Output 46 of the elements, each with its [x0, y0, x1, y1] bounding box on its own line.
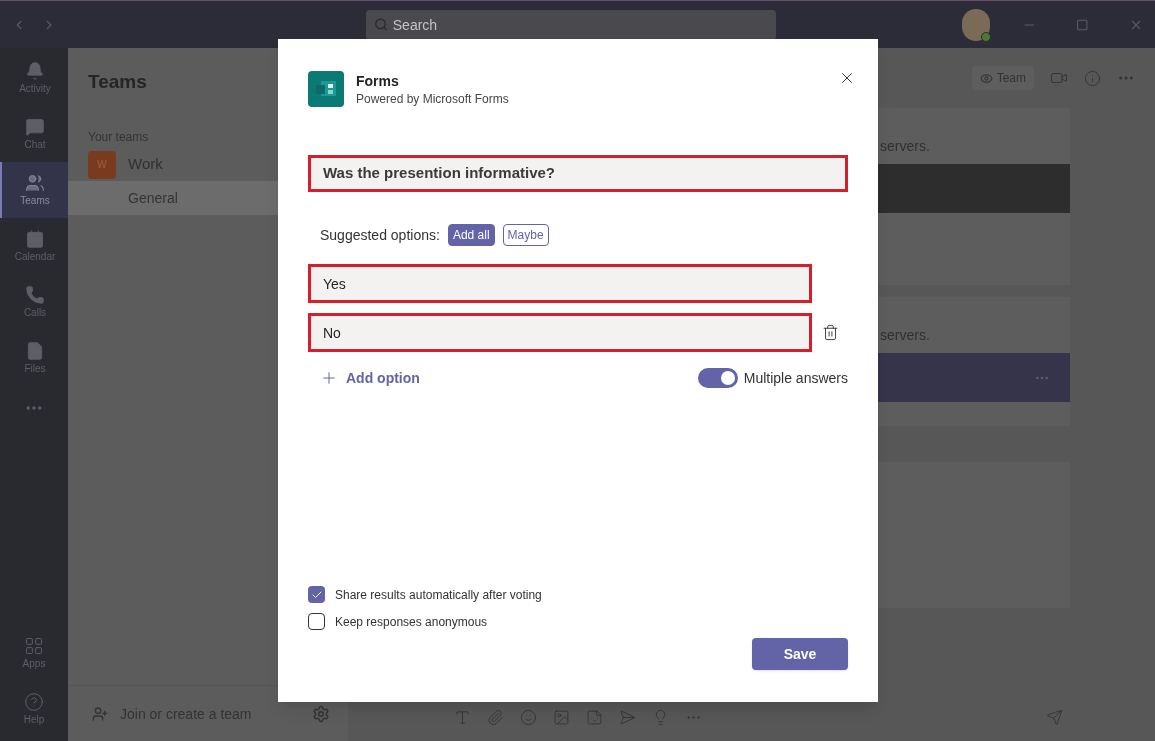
status-icon — [981, 31, 992, 42]
add-people-icon — [92, 705, 108, 722]
attach-icon[interactable] — [487, 708, 504, 726]
format-icon[interactable] — [454, 708, 471, 726]
suggested-label: Suggested options: — [320, 226, 440, 245]
option-field[interactable]: No — [308, 313, 812, 352]
eye-icon — [979, 71, 993, 85]
search-icon — [374, 17, 389, 32]
toggle-label: Multiple answers — [743, 369, 848, 388]
add-option-button[interactable]: Add option — [320, 368, 420, 388]
delete-icon[interactable] — [822, 324, 839, 341]
checkbox[interactable] — [308, 586, 325, 603]
avatar-icon[interactable] — [961, 8, 991, 41]
option-input: Yes — [323, 273, 797, 294]
help-icon — [24, 691, 44, 712]
question-field[interactable]: Was the presention informative? — [308, 155, 848, 192]
plus-icon — [320, 369, 338, 387]
search-input: Search — [392, 14, 768, 35]
search-field[interactable]: Search — [366, 9, 776, 40]
phone-icon — [25, 284, 45, 305]
checkbox-label: Keep responses anonymous — [335, 613, 488, 630]
forms-logo-icon — [308, 71, 344, 107]
checkbox-label: Share results automatically after voting — [335, 586, 542, 603]
option-field[interactable]: Yes — [308, 264, 812, 303]
suggestion-chip[interactable]: Maybe — [502, 224, 549, 246]
bell-icon — [25, 60, 45, 81]
apps-icon — [24, 635, 44, 656]
app-bar-item[interactable]: Teams — [0, 162, 68, 218]
info-icon[interactable] — [1084, 69, 1101, 87]
multiple-answers-toggle[interactable] — [697, 368, 738, 388]
checkbox[interactable] — [308, 613, 325, 630]
file-icon — [25, 340, 45, 361]
suggestion-chip[interactable]: Add all — [447, 224, 495, 246]
maximize-icon[interactable] — [1076, 17, 1089, 32]
teams-icon — [25, 172, 45, 193]
send-icon[interactable] — [1046, 708, 1063, 726]
emoji-icon[interactable] — [520, 708, 537, 726]
settings-icon[interactable] — [312, 704, 330, 723]
chat-icon — [25, 116, 45, 137]
app-subtitle: Powered by Microsoft Forms — [356, 91, 509, 107]
option-input: No — [323, 322, 797, 343]
save-button[interactable]: Save — [752, 638, 848, 670]
calendar-icon — [25, 228, 45, 249]
panel-title: Teams — [88, 70, 147, 94]
sticker-icon[interactable] — [586, 708, 603, 726]
app-name: Forms — [356, 72, 400, 91]
